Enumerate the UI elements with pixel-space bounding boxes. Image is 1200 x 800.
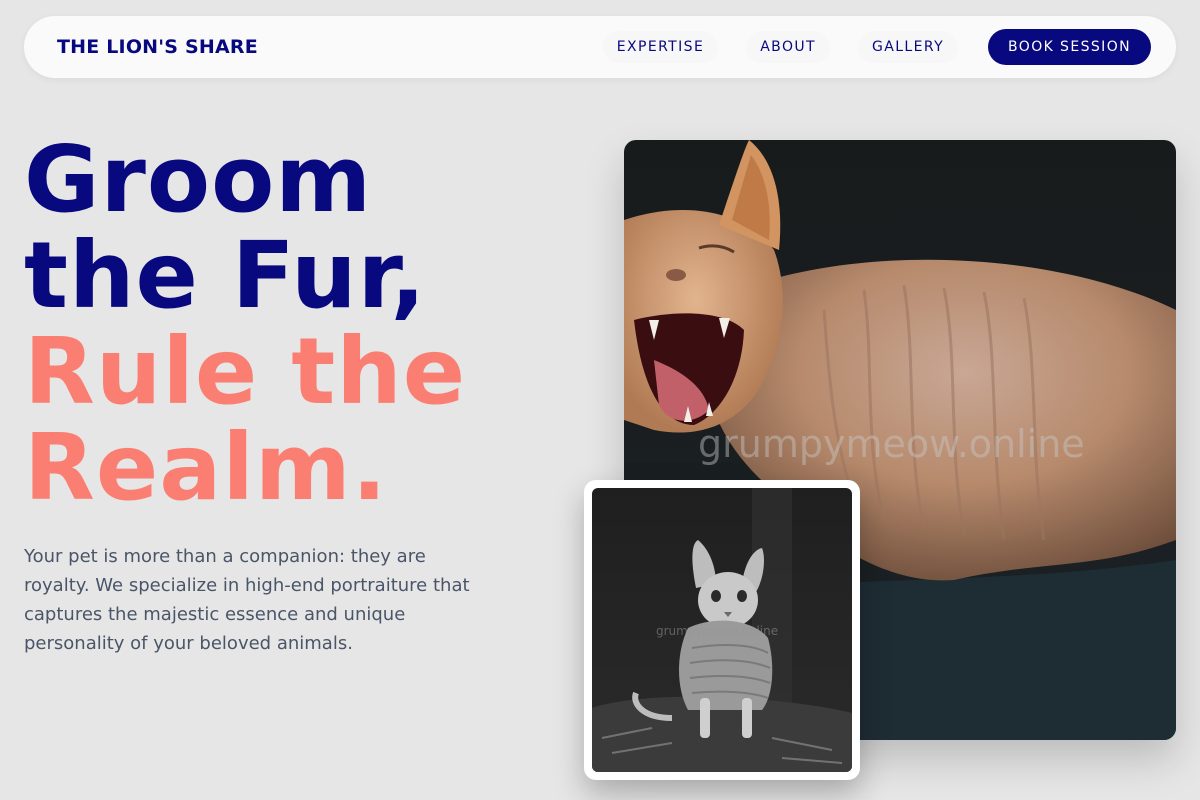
top-navbar: THE LION'S SHARE EXPERTISE ABOUT GALLERY… xyxy=(24,16,1176,78)
intro-paragraph: Your pet is more than a companion: they … xyxy=(24,546,470,654)
book-session-button[interactable]: BOOK SESSION xyxy=(988,29,1151,65)
nav-link-expertise[interactable]: EXPERTISE xyxy=(602,31,719,63)
headline-line-3: Rule the xyxy=(24,318,467,425)
nav-link-about[interactable]: ABOUT xyxy=(746,31,830,63)
nav-links: EXPERTISE ABOUT GALLERY BOOK SESSION xyxy=(575,29,1151,65)
headline-line-2: the Fur, xyxy=(24,222,427,329)
brand-logo[interactable]: THE LION'S SHARE xyxy=(57,36,258,58)
hero-headline: Groom the Fur, Rule the Realm. xyxy=(24,132,466,516)
nav-link-gallery[interactable]: GALLERY xyxy=(857,31,959,63)
headline-line-1: Groom xyxy=(24,126,373,233)
hero-watermark: grumpymeow.online xyxy=(698,422,1085,466)
thumbnail-watermark: grumpymeow.online xyxy=(656,624,779,638)
thumbnail-cat-photo: grumpymeow.online xyxy=(584,480,860,780)
headline-line-4: Realm. xyxy=(24,414,388,521)
